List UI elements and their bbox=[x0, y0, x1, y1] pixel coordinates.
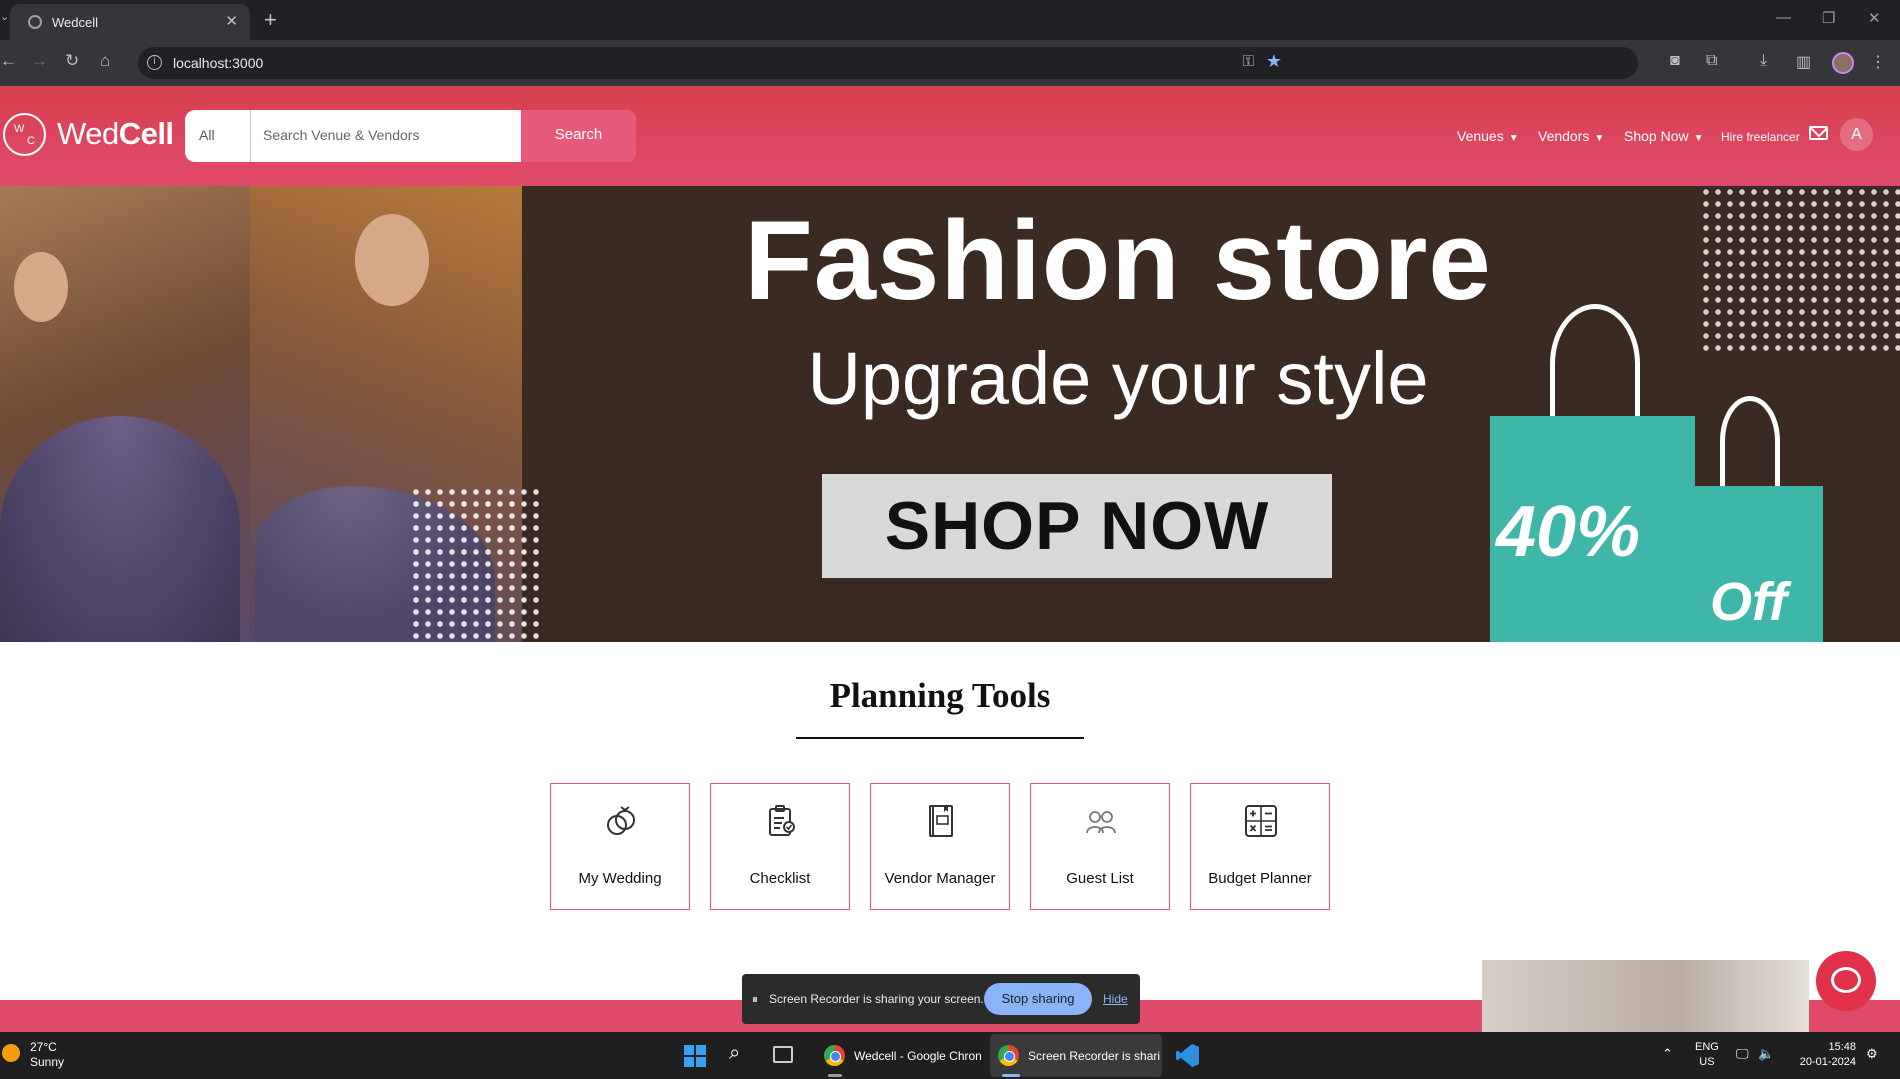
tool-card-budget-planner[interactable]: Budget Planner bbox=[1190, 783, 1330, 910]
bag-handle bbox=[1550, 304, 1640, 424]
minimize-icon[interactable]: — bbox=[1776, 9, 1791, 26]
forward-icon[interactable]: → bbox=[31, 51, 48, 71]
site-header: W C WedCell All Search Venue & Vendors S… bbox=[0, 86, 1900, 186]
extensions-icon[interactable]: ⧉ bbox=[1706, 52, 1717, 70]
browser-tab[interactable]: Wedcell ✕ bbox=[10, 4, 250, 40]
checklist-icon bbox=[769, 805, 795, 836]
taskbar-app-screen-recorder[interactable]: Screen Recorder is shari bbox=[990, 1034, 1162, 1077]
reload-icon[interactable]: ↻ bbox=[65, 51, 79, 71]
browser-menu-icon[interactable]: ⋮ bbox=[1870, 52, 1886, 72]
chrome-icon bbox=[824, 1045, 845, 1066]
notifications-icon[interactable]: ⚙ bbox=[1866, 1046, 1878, 1062]
screen: ⌄ Wedcell ✕ + — ❐ ✕ ← → ↻ ⌂ i localhost:… bbox=[0, 0, 1900, 1079]
nav-venues[interactable]: Venues ▼ bbox=[1457, 128, 1519, 144]
logo-emblem[interactable]: W C bbox=[3, 113, 46, 156]
tab-search-chevron-icon[interactable]: ⌄ bbox=[0, 10, 9, 23]
bookmark-star-icon[interactable]: ★ bbox=[1266, 51, 1282, 72]
windows-start-icon[interactable] bbox=[684, 1045, 706, 1067]
camera-icon[interactable]: ◙ bbox=[1670, 52, 1680, 70]
mail-icon[interactable] bbox=[1809, 126, 1828, 140]
chevron-down-icon: ▼ bbox=[1508, 133, 1519, 144]
tool-card-checklist[interactable]: Checklist bbox=[710, 783, 850, 910]
search-input[interactable]: Search Venue & Vendors bbox=[251, 110, 521, 162]
tab-title: Wedcell bbox=[52, 15, 99, 30]
tool-label: Vendor Manager bbox=[884, 870, 996, 887]
task-view-icon[interactable] bbox=[773, 1046, 793, 1063]
logo-wordmark[interactable]: WedCell bbox=[57, 116, 174, 152]
halftone-dots-right bbox=[1700, 186, 1900, 356]
model-face-left bbox=[14, 252, 68, 322]
screen-share-bar: ⏸ Screen Recorder is sharing your screen… bbox=[742, 974, 1140, 1024]
nav-hire-freelancer[interactable]: Hire freelancer bbox=[1721, 130, 1800, 144]
sunny-weather-icon bbox=[2, 1044, 20, 1062]
vscode-icon[interactable] bbox=[1176, 1044, 1199, 1067]
download-icon[interactable]: ⤓ bbox=[1760, 52, 1767, 70]
weather-widget[interactable]: 27°C Sunny bbox=[30, 1040, 64, 1070]
banner-headline: Fashion store bbox=[744, 198, 1492, 323]
language-indicator[interactable]: ENG US bbox=[1695, 1040, 1719, 1070]
halftone-dots-left bbox=[410, 486, 540, 642]
url-text: localhost:3000 bbox=[173, 55, 264, 71]
chrome-icon bbox=[998, 1045, 1019, 1066]
search-button[interactable]: Search bbox=[521, 110, 636, 162]
chat-bubble-icon bbox=[1831, 967, 1861, 993]
search-category-select[interactable]: All bbox=[185, 110, 251, 162]
tool-label: Checklist bbox=[749, 870, 811, 887]
close-window-icon[interactable]: ✕ bbox=[1868, 9, 1881, 27]
search-group: All Search Venue & Vendors Search bbox=[185, 110, 636, 162]
search-icon[interactable]: ⌕ bbox=[729, 1042, 740, 1065]
nav-vendors[interactable]: Vendors ▼ bbox=[1538, 128, 1604, 144]
home-icon[interactable]: ⌂ bbox=[100, 51, 110, 71]
title-underline bbox=[796, 737, 1084, 739]
profile-avatar[interactable] bbox=[1832, 52, 1854, 74]
rings-icon bbox=[607, 806, 635, 835]
taskbar-app-chrome[interactable]: Wedcell - Google Chron bbox=[816, 1034, 984, 1077]
banner-subline: Upgrade your style bbox=[807, 337, 1429, 420]
lehenga-skirt-left bbox=[0, 416, 240, 642]
stop-sharing-button[interactable]: Stop sharing bbox=[984, 983, 1092, 1015]
vendor-book-icon bbox=[929, 805, 953, 837]
discount-off: Off bbox=[1710, 572, 1787, 632]
bag-handle bbox=[1720, 396, 1780, 486]
model-face-right bbox=[355, 214, 429, 306]
clock[interactable]: 15:48 20-01-2024 bbox=[1792, 1040, 1856, 1070]
tool-label: Budget Planner bbox=[1208, 870, 1312, 887]
calculator-icon bbox=[1245, 805, 1277, 837]
site-info-icon[interactable]: i bbox=[147, 55, 162, 70]
hide-link[interactable]: Hide bbox=[1103, 992, 1128, 1006]
globe-icon bbox=[28, 15, 42, 29]
shop-now-button[interactable]: SHOP NOW bbox=[822, 474, 1332, 578]
browser-tab-bar: ⌄ Wedcell ✕ + — ❐ ✕ bbox=[0, 0, 1900, 40]
video-thumbnail[interactable] bbox=[1482, 960, 1809, 1032]
guests-icon bbox=[1086, 811, 1116, 834]
chat-button[interactable] bbox=[1816, 951, 1876, 1011]
browser-toolbar: ← → ↻ ⌂ i localhost:3000 ⚿ ★ ◙ ⧉ ⤓ ▥ ⋮ bbox=[0, 40, 1900, 86]
tray-overflow-chevron-icon[interactable]: ⌃ bbox=[1662, 1046, 1673, 1062]
tool-card-vendor-manager[interactable]: Vendor Manager bbox=[870, 783, 1010, 910]
share-message: Screen Recorder is sharing your screen. bbox=[769, 992, 984, 1006]
restore-icon[interactable]: ❐ bbox=[1822, 9, 1835, 27]
pause-icon: ⏸ bbox=[752, 992, 759, 1006]
chevron-down-icon: ▼ bbox=[1594, 133, 1605, 144]
address-bar[interactable]: i localhost:3000 ⚿ ★ bbox=[138, 47, 1638, 79]
network-icon[interactable]: 🖵 bbox=[1736, 1046, 1749, 1062]
user-avatar[interactable]: A bbox=[1840, 118, 1873, 151]
side-panel-icon[interactable]: ▥ bbox=[1796, 52, 1811, 72]
hero-banner[interactable]: Fashion store Upgrade your style SHOP NO… bbox=[0, 186, 1900, 642]
chevron-down-icon: ▼ bbox=[1693, 133, 1704, 144]
close-tab-icon[interactable]: ✕ bbox=[225, 12, 238, 30]
volume-icon[interactable]: 🔈 bbox=[1758, 1046, 1774, 1062]
tool-label: Guest List bbox=[1066, 870, 1134, 887]
back-icon[interactable]: ← bbox=[0, 51, 17, 71]
section-title: Planning Tools bbox=[829, 676, 1051, 715]
discount-percent: 40% bbox=[1496, 492, 1641, 572]
new-tab-icon[interactable]: + bbox=[264, 7, 277, 33]
password-key-icon[interactable]: ⚿ bbox=[1243, 53, 1254, 70]
os-taskbar: 27°C Sunny ⌕ Wedcell - Google Chron Scre… bbox=[0, 1032, 1900, 1079]
nav-shop-now[interactable]: Shop Now ▼ bbox=[1624, 128, 1704, 144]
tool-label: My Wedding bbox=[578, 870, 662, 887]
tool-card-my-wedding[interactable]: My Wedding bbox=[550, 783, 690, 910]
tool-card-guest-list[interactable]: Guest List bbox=[1030, 783, 1170, 910]
